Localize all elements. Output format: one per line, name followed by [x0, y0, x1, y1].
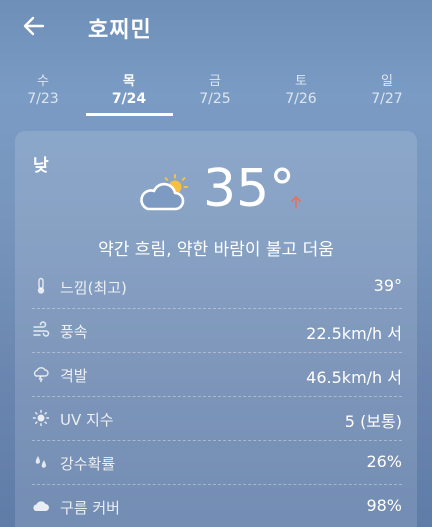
list-item-feels-like: 느낌(최고) 39°	[32, 265, 402, 309]
active-tab-indicator	[86, 113, 173, 116]
detail-label: 풍속	[60, 323, 88, 341]
thermometer-icon	[37, 277, 45, 294]
temperature-value: 35°	[203, 159, 296, 219]
sun-icon	[32, 409, 50, 427]
daytime-forecast-card: 낮 35° 약간 흐림, 약한 바람이 불고 더움 느낌(최고) 39° 풍속 …	[15, 131, 417, 527]
period-label: 낮	[33, 156, 49, 176]
list-item-gust: 격발 46.5km/h 서	[32, 353, 402, 397]
detail-value: 98%	[366, 496, 402, 515]
back-button[interactable]	[18, 10, 50, 42]
tab-day-4[interactable]: 일 7/27	[344, 66, 430, 116]
detail-value: 26%	[366, 452, 402, 471]
detail-label: 격발	[60, 367, 88, 385]
tab-day-0[interactable]: 수 7/23	[0, 66, 86, 116]
list-item-uv-index: UV 지수 5 (보통)	[32, 397, 402, 441]
wind-icon	[33, 321, 50, 337]
app-header: 호찌민	[0, 0, 432, 56]
tab-day-3[interactable]: 토 7/26	[258, 66, 344, 116]
tab-weekday: 토	[295, 74, 307, 89]
tab-date: 7/26	[285, 91, 317, 107]
arrow-left-icon	[23, 16, 45, 36]
detail-label: 구름 커버	[60, 499, 120, 517]
tab-date: 7/25	[199, 91, 231, 107]
tab-weekday: 일	[381, 74, 393, 89]
detail-value: 5 (보통)	[344, 412, 402, 431]
tab-day-2[interactable]: 금 7/25	[172, 66, 258, 116]
tab-date: 7/24	[111, 91, 147, 107]
list-item-precipitation: 강수확률 26%	[32, 441, 402, 485]
tab-day-1[interactable]: 목 7/24	[86, 66, 172, 116]
tab-date: 7/23	[27, 91, 59, 107]
weather-summary: 약간 흐림, 약한 바람이 불고 더움	[98, 240, 334, 260]
detail-label: 강수확률	[60, 455, 116, 473]
detail-value: 22.5km/h 서	[306, 324, 402, 343]
list-item-wind-speed: 풍속 22.5km/h 서	[32, 309, 402, 353]
detail-value: 39°	[373, 276, 402, 295]
tab-date: 7/27	[371, 91, 403, 107]
day-tabs: 수 7/23 목 7/24 금 7/25 토 7/26 일 7/27	[0, 66, 432, 118]
detail-label: 느낌(최고)	[60, 279, 127, 297]
detail-list: 느낌(최고) 39° 풍속 22.5km/h 서 격발 46.5km/h 서 U…	[32, 265, 402, 527]
page-title: 호찌민	[88, 18, 152, 43]
tab-weekday: 금	[209, 74, 221, 89]
tab-weekday: 목	[123, 74, 135, 89]
arrow-up-icon	[291, 196, 301, 209]
detail-value: 46.5km/h 서	[306, 368, 402, 387]
list-item-cloud-cover: 구름 커버 98%	[32, 485, 402, 527]
tab-weekday: 수	[37, 74, 49, 89]
rain-icon	[35, 456, 46, 468]
cloud-icon	[33, 501, 49, 511]
gust-icon	[33, 367, 49, 383]
partly-cloudy-icon	[140, 174, 188, 211]
detail-label: UV 지수	[60, 411, 114, 429]
